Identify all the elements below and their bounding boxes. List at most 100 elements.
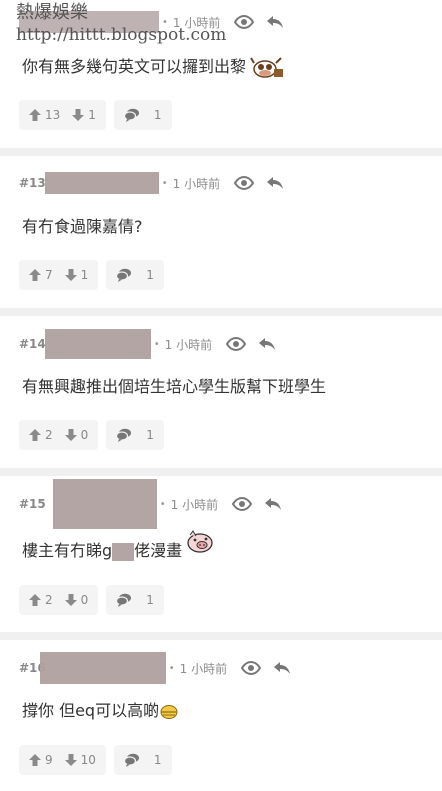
post-actions: 2 0 1 bbox=[19, 420, 164, 450]
comment-count: 1 bbox=[146, 593, 154, 607]
post-divider bbox=[0, 308, 442, 316]
arrow-up-icon[interactable] bbox=[29, 109, 41, 121]
username-redacted bbox=[44, 329, 151, 359]
comment-count: 1 bbox=[146, 268, 154, 282]
arrow-down-icon[interactable] bbox=[65, 594, 77, 606]
post-actions: 2 0 1 bbox=[19, 585, 164, 615]
post-header: #15 • 1 小時前 bbox=[19, 479, 294, 529]
post-number: #15 bbox=[19, 497, 46, 511]
post-time: 1 小時前 bbox=[172, 176, 221, 191]
upvote-count: 2 bbox=[45, 428, 53, 442]
separator-dot: • bbox=[159, 498, 166, 510]
comment-bubble-icon bbox=[124, 753, 140, 767]
comment-button[interactable]: 1 bbox=[106, 420, 164, 450]
eye-icon[interactable] bbox=[241, 660, 261, 676]
comment-count: 1 bbox=[153, 753, 162, 767]
arrow-down-icon[interactable] bbox=[65, 754, 77, 766]
word-redacted bbox=[112, 542, 135, 561]
comment-bubble-icon bbox=[116, 593, 132, 607]
vote-box: 2 0 bbox=[19, 420, 99, 450]
watermark-title: 熱爆娛樂 bbox=[16, 2, 88, 23]
cow-emoji-icon bbox=[250, 56, 284, 78]
post-header: #14 • 1 小時前 bbox=[19, 329, 288, 359]
post-content: 有無興趣推出個培生培心學生版幫下班學生 bbox=[22, 376, 326, 398]
separator-dot: • bbox=[153, 338, 160, 350]
post-time: 1 小時前 bbox=[164, 337, 213, 352]
comment-bubble-icon bbox=[116, 268, 132, 282]
comment-button[interactable]: 1 bbox=[113, 100, 172, 130]
arrow-down-icon[interactable] bbox=[65, 429, 77, 441]
reply-arrow-icon[interactable] bbox=[266, 15, 284, 29]
reply-arrow-icon[interactable] bbox=[273, 661, 291, 675]
comment-count: 1 bbox=[153, 108, 162, 122]
upvote-count: 2 bbox=[45, 593, 53, 607]
reply-arrow-icon[interactable] bbox=[258, 337, 276, 351]
comment-count: 1 bbox=[146, 428, 154, 442]
eye-icon[interactable] bbox=[234, 14, 254, 30]
post-time: 1 小時前 bbox=[179, 661, 228, 676]
pig-emoji-icon bbox=[187, 530, 213, 553]
post-actions: 7 1 1 bbox=[19, 260, 164, 290]
vote-box: 13 1 bbox=[19, 100, 106, 130]
post-actions: 9 10 1 bbox=[19, 745, 172, 775]
username-redacted bbox=[39, 652, 166, 684]
downvote-count: 0 bbox=[80, 428, 89, 442]
vote-box: 7 1 bbox=[19, 260, 99, 290]
downvote-count: 1 bbox=[80, 268, 89, 282]
post-text: 有冇食過陳嘉倩? bbox=[22, 217, 143, 236]
post-content: 撐你 但eq可以高啲 bbox=[22, 700, 179, 722]
post-actions: 13 1 1 bbox=[19, 100, 172, 130]
upvote-count: 13 bbox=[45, 108, 61, 122]
comment-bubble-icon bbox=[124, 108, 140, 122]
eye-icon[interactable] bbox=[226, 336, 246, 352]
downvote-count: 0 bbox=[80, 593, 89, 607]
post-item: #15 • 1 小時前 樓主有冇睇g 佬漫畫 2 0 1 bbox=[0, 476, 442, 632]
post-text: 有無興趣推出個培生培心學生版幫下班學生 bbox=[22, 377, 327, 396]
reply-arrow-icon[interactable] bbox=[264, 497, 282, 511]
separator-dot: • bbox=[168, 662, 175, 674]
post-divider bbox=[0, 468, 442, 476]
arrow-up-icon[interactable] bbox=[29, 269, 41, 281]
arrow-up-icon[interactable] bbox=[29, 429, 41, 441]
arrow-down-icon[interactable] bbox=[72, 109, 84, 121]
post-content: 樓主有冇睇g 佬漫畫 bbox=[22, 530, 216, 562]
post-text-start: 樓主有冇睇g bbox=[22, 541, 113, 560]
post-number: #13 bbox=[19, 176, 46, 190]
post-header: #16 • 1 小時前 bbox=[19, 652, 303, 684]
watermark: 熱爆娛樂 http://hittt.blogspot.com bbox=[16, 2, 226, 46]
post-content: 有冇食過陳嘉倩? bbox=[22, 216, 143, 238]
comment-button[interactable]: 1 bbox=[113, 745, 172, 775]
post-text-end: 佬漫畫 bbox=[134, 541, 183, 560]
post-item: #14 • 1 小時前 有無興趣推出個培生培心學生版幫下班學生 2 0 1 bbox=[0, 316, 442, 468]
post-header: #13 • 1 小時前 bbox=[19, 172, 296, 194]
post-item: #16 • 1 小時前 撐你 但eq可以高啲 9 10 1 bbox=[0, 640, 442, 791]
vote-box: 2 0 bbox=[19, 585, 99, 615]
post-item: #13 • 1 小時前 有冇食過陳嘉倩? 7 1 1 bbox=[0, 156, 442, 308]
post-divider bbox=[0, 148, 442, 156]
eye-icon[interactable] bbox=[234, 175, 254, 191]
arrow-up-icon[interactable] bbox=[29, 754, 41, 766]
eye-icon[interactable] bbox=[232, 496, 252, 512]
comment-bubble-icon bbox=[116, 428, 132, 442]
username-redacted bbox=[44, 172, 159, 194]
watermark-url: http://hittt.blogspot.com bbox=[16, 25, 227, 45]
post-text: 撐你 但eq可以高啲 bbox=[22, 701, 160, 720]
post-text: 你有無多幾句英文可以攞到出黎 bbox=[22, 57, 247, 76]
arrow-up-icon[interactable] bbox=[29, 594, 41, 606]
post-time: 1 小時前 bbox=[170, 497, 219, 512]
arrow-down-icon[interactable] bbox=[65, 269, 77, 281]
username-redacted bbox=[52, 479, 157, 529]
upvote-count: 7 bbox=[45, 268, 53, 282]
post-divider bbox=[0, 632, 442, 640]
post-content: 你有無多幾句英文可以攞到出黎 bbox=[22, 56, 284, 79]
vote-box: 9 10 bbox=[19, 745, 106, 775]
comment-button[interactable]: 1 bbox=[106, 585, 164, 615]
post-number: #14 bbox=[19, 337, 46, 351]
comment-button[interactable]: 1 bbox=[106, 260, 164, 290]
downvote-count: 1 bbox=[88, 108, 96, 122]
duck-emoji-icon bbox=[160, 704, 178, 719]
upvote-count: 9 bbox=[45, 753, 53, 767]
separator-dot: • bbox=[161, 177, 168, 189]
downvote-count: 10 bbox=[80, 753, 96, 767]
reply-arrow-icon[interactable] bbox=[266, 176, 284, 190]
